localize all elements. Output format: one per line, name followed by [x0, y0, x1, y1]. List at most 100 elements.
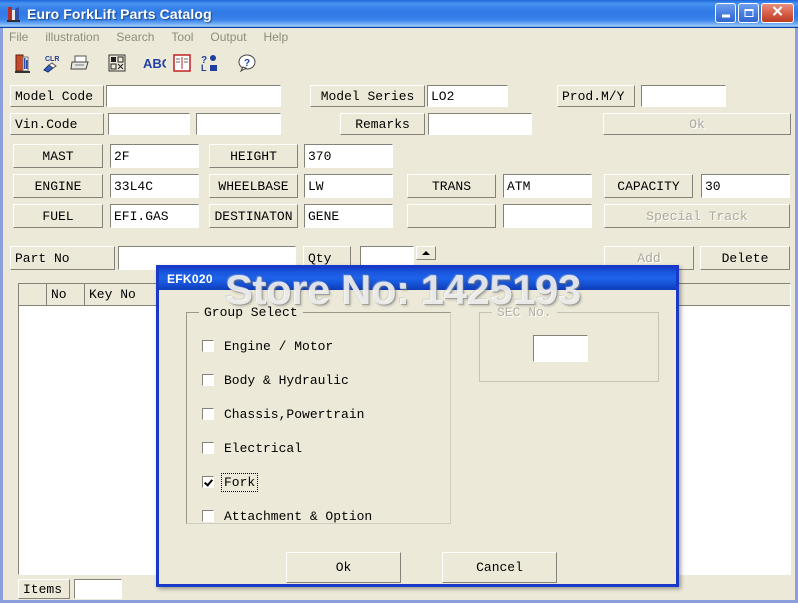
blank-label: [407, 204, 496, 228]
sec-no-groupbox: SEC No.: [479, 305, 659, 382]
clear-eraser-icon: CLR: [43, 56, 59, 73]
model-series-label: Model Series: [310, 85, 425, 107]
maximize-button[interactable]: [738, 3, 759, 23]
trans-label: TRANS: [407, 174, 496, 198]
menu-item-output[interactable]: Output: [210, 30, 255, 44]
items-field[interactable]: [74, 579, 122, 599]
checkbox-label-chassis-powertrain: Chassis,Powertrain: [224, 406, 365, 422]
close-button[interactable]: ✕: [761, 3, 794, 23]
book-open-icon-button[interactable]: [169, 50, 195, 76]
checkbox-chassis-powertrain[interactable]: [202, 408, 214, 420]
maximize-icon: [744, 9, 753, 17]
svg-text:L: L: [201, 63, 207, 73]
destination-field[interactable]: GENE: [304, 204, 393, 228]
remarks-field[interactable]: [428, 113, 532, 135]
exit-door-icon: [15, 54, 30, 73]
group-select-title: Group Select: [199, 305, 303, 320]
help-balloon-icon: ?: [238, 54, 256, 73]
checkbox-fork[interactable]: [202, 476, 214, 488]
delete-button[interactable]: Delete: [700, 246, 790, 270]
toolbar-separator-1: [95, 50, 104, 76]
wheelbase-field[interactable]: LW: [304, 174, 393, 198]
checkbox-body-hydraulic[interactable]: [202, 374, 214, 386]
part-no-label-bind: Part No: [10, 246, 115, 270]
checkbox-row-fork[interactable]: Fork: [202, 472, 259, 492]
svg-text:CLR: CLR: [45, 56, 59, 63]
group-select-groupbox: Group Select Engine / Motor Body & Hydra…: [186, 305, 451, 524]
prod-my-label: Prod.M/Y: [557, 85, 635, 107]
checkbox-row-electrical[interactable]: Electrical: [202, 440, 304, 456]
window-title: Euro ForkLift Parts Catalog: [27, 5, 212, 22]
fuel-field[interactable]: EFI.GAS: [110, 204, 199, 228]
dialog-body: Group Select Engine / Motor Body & Hydra…: [159, 290, 676, 584]
menu-item-help[interactable]: Help: [263, 30, 297, 44]
items-label: Items: [18, 579, 70, 599]
ok-button[interactable]: Ok: [603, 113, 791, 135]
checkbox-row-chassis-powertrain[interactable]: Chassis,Powertrain: [202, 406, 366, 422]
group-select-dialog: EFK020 Group Select Engine / Motor Body …: [156, 265, 679, 587]
exit-door-icon-button[interactable]: [11, 50, 37, 76]
sec-no-title: SEC No.: [492, 305, 557, 320]
checkbox-label-electrical: Electrical: [224, 440, 303, 456]
grid-table-icon-button[interactable]: [104, 50, 130, 76]
question-list-icon-button[interactable]: ? L: [197, 50, 223, 76]
close-icon: ✕: [771, 3, 784, 21]
model-code-field[interactable]: [106, 85, 281, 107]
grid-col-blank[interactable]: [19, 284, 47, 305]
minimize-button[interactable]: [715, 3, 736, 23]
menu-item-tool[interactable]: Tool: [171, 30, 202, 44]
menu-item-file[interactable]: File: [9, 30, 37, 44]
remarks-label: Remarks: [340, 113, 425, 135]
checkbox-row-engine-motor[interactable]: Engine / Motor: [202, 338, 335, 354]
height-label: HEIGHT: [209, 144, 298, 168]
printer-icon-button[interactable]: [67, 50, 93, 76]
book-open-icon: [173, 54, 191, 72]
sec-no-field[interactable]: [533, 335, 588, 362]
svg-text:ABC: ABC: [143, 56, 166, 71]
destination-label: DESTINATON: [209, 204, 298, 228]
mast-label: MAST: [13, 144, 103, 168]
checkbox-label-engine-motor: Engine / Motor: [224, 338, 334, 354]
toolbar-separator-3: [225, 50, 234, 76]
height-field[interactable]: 370: [304, 144, 393, 168]
vin-code-field-2[interactable]: [196, 113, 281, 135]
vin-code-field-1[interactable]: [108, 113, 190, 135]
menu-bar: File illustration Search Tool Output Hel…: [3, 28, 795, 46]
dialog-cancel-button[interactable]: Cancel: [442, 552, 557, 583]
abc-text-icon-button[interactable]: ABC: [141, 50, 167, 76]
minimize-icon: [721, 14, 730, 18]
model-code-label: Model Code: [10, 85, 104, 107]
checkbox-row-attachment-option[interactable]: Attachment & Option: [202, 508, 374, 524]
clear-eraser-icon-button[interactable]: CLR: [39, 50, 65, 76]
help-balloon-icon-button[interactable]: ?: [234, 50, 260, 76]
chevron-up-icon: [422, 251, 430, 255]
engine-label: ENGINE: [13, 174, 103, 198]
toolbar-separator-2: [132, 50, 141, 76]
toolbar: CLR ABC: [3, 48, 795, 78]
grid-col-no[interactable]: No: [47, 284, 85, 305]
mast-field[interactable]: 2F: [110, 144, 199, 168]
qty-spinner-up[interactable]: [416, 246, 436, 260]
capacity-label: CAPACITY: [604, 174, 693, 198]
prod-my-field[interactable]: [641, 85, 726, 107]
trans-field[interactable]: ATM: [503, 174, 592, 198]
window-controls: ✕: [715, 3, 794, 23]
checkbox-engine-motor[interactable]: [202, 340, 214, 352]
printer-icon: [70, 55, 89, 70]
vin-code-label: Vin.Code: [10, 113, 104, 135]
menu-item-illustration[interactable]: illustration: [45, 30, 108, 44]
dialog-ok-button[interactable]: Ok: [286, 552, 401, 583]
application-window: Euro ForkLift Parts Catalog ✕ File illus…: [0, 0, 798, 603]
checkbox-label-attachment-option: Attachment & Option: [224, 508, 373, 524]
engine-field[interactable]: 33L4C: [110, 174, 199, 198]
dialog-title: EFK020: [167, 272, 213, 286]
checkbox-attachment-option[interactable]: [202, 510, 214, 522]
model-series-field[interactable]: LO2: [427, 85, 508, 107]
checkbox-row-body-hydraulic[interactable]: Body & Hydraulic: [202, 372, 351, 388]
menu-item-search[interactable]: Search: [116, 30, 163, 44]
grid-table-icon: [108, 54, 126, 72]
blank-field[interactable]: [503, 204, 592, 228]
checkbox-electrical[interactable]: [202, 442, 214, 454]
special-track-button[interactable]: Special Track: [604, 204, 790, 228]
capacity-field[interactable]: 30: [701, 174, 790, 198]
